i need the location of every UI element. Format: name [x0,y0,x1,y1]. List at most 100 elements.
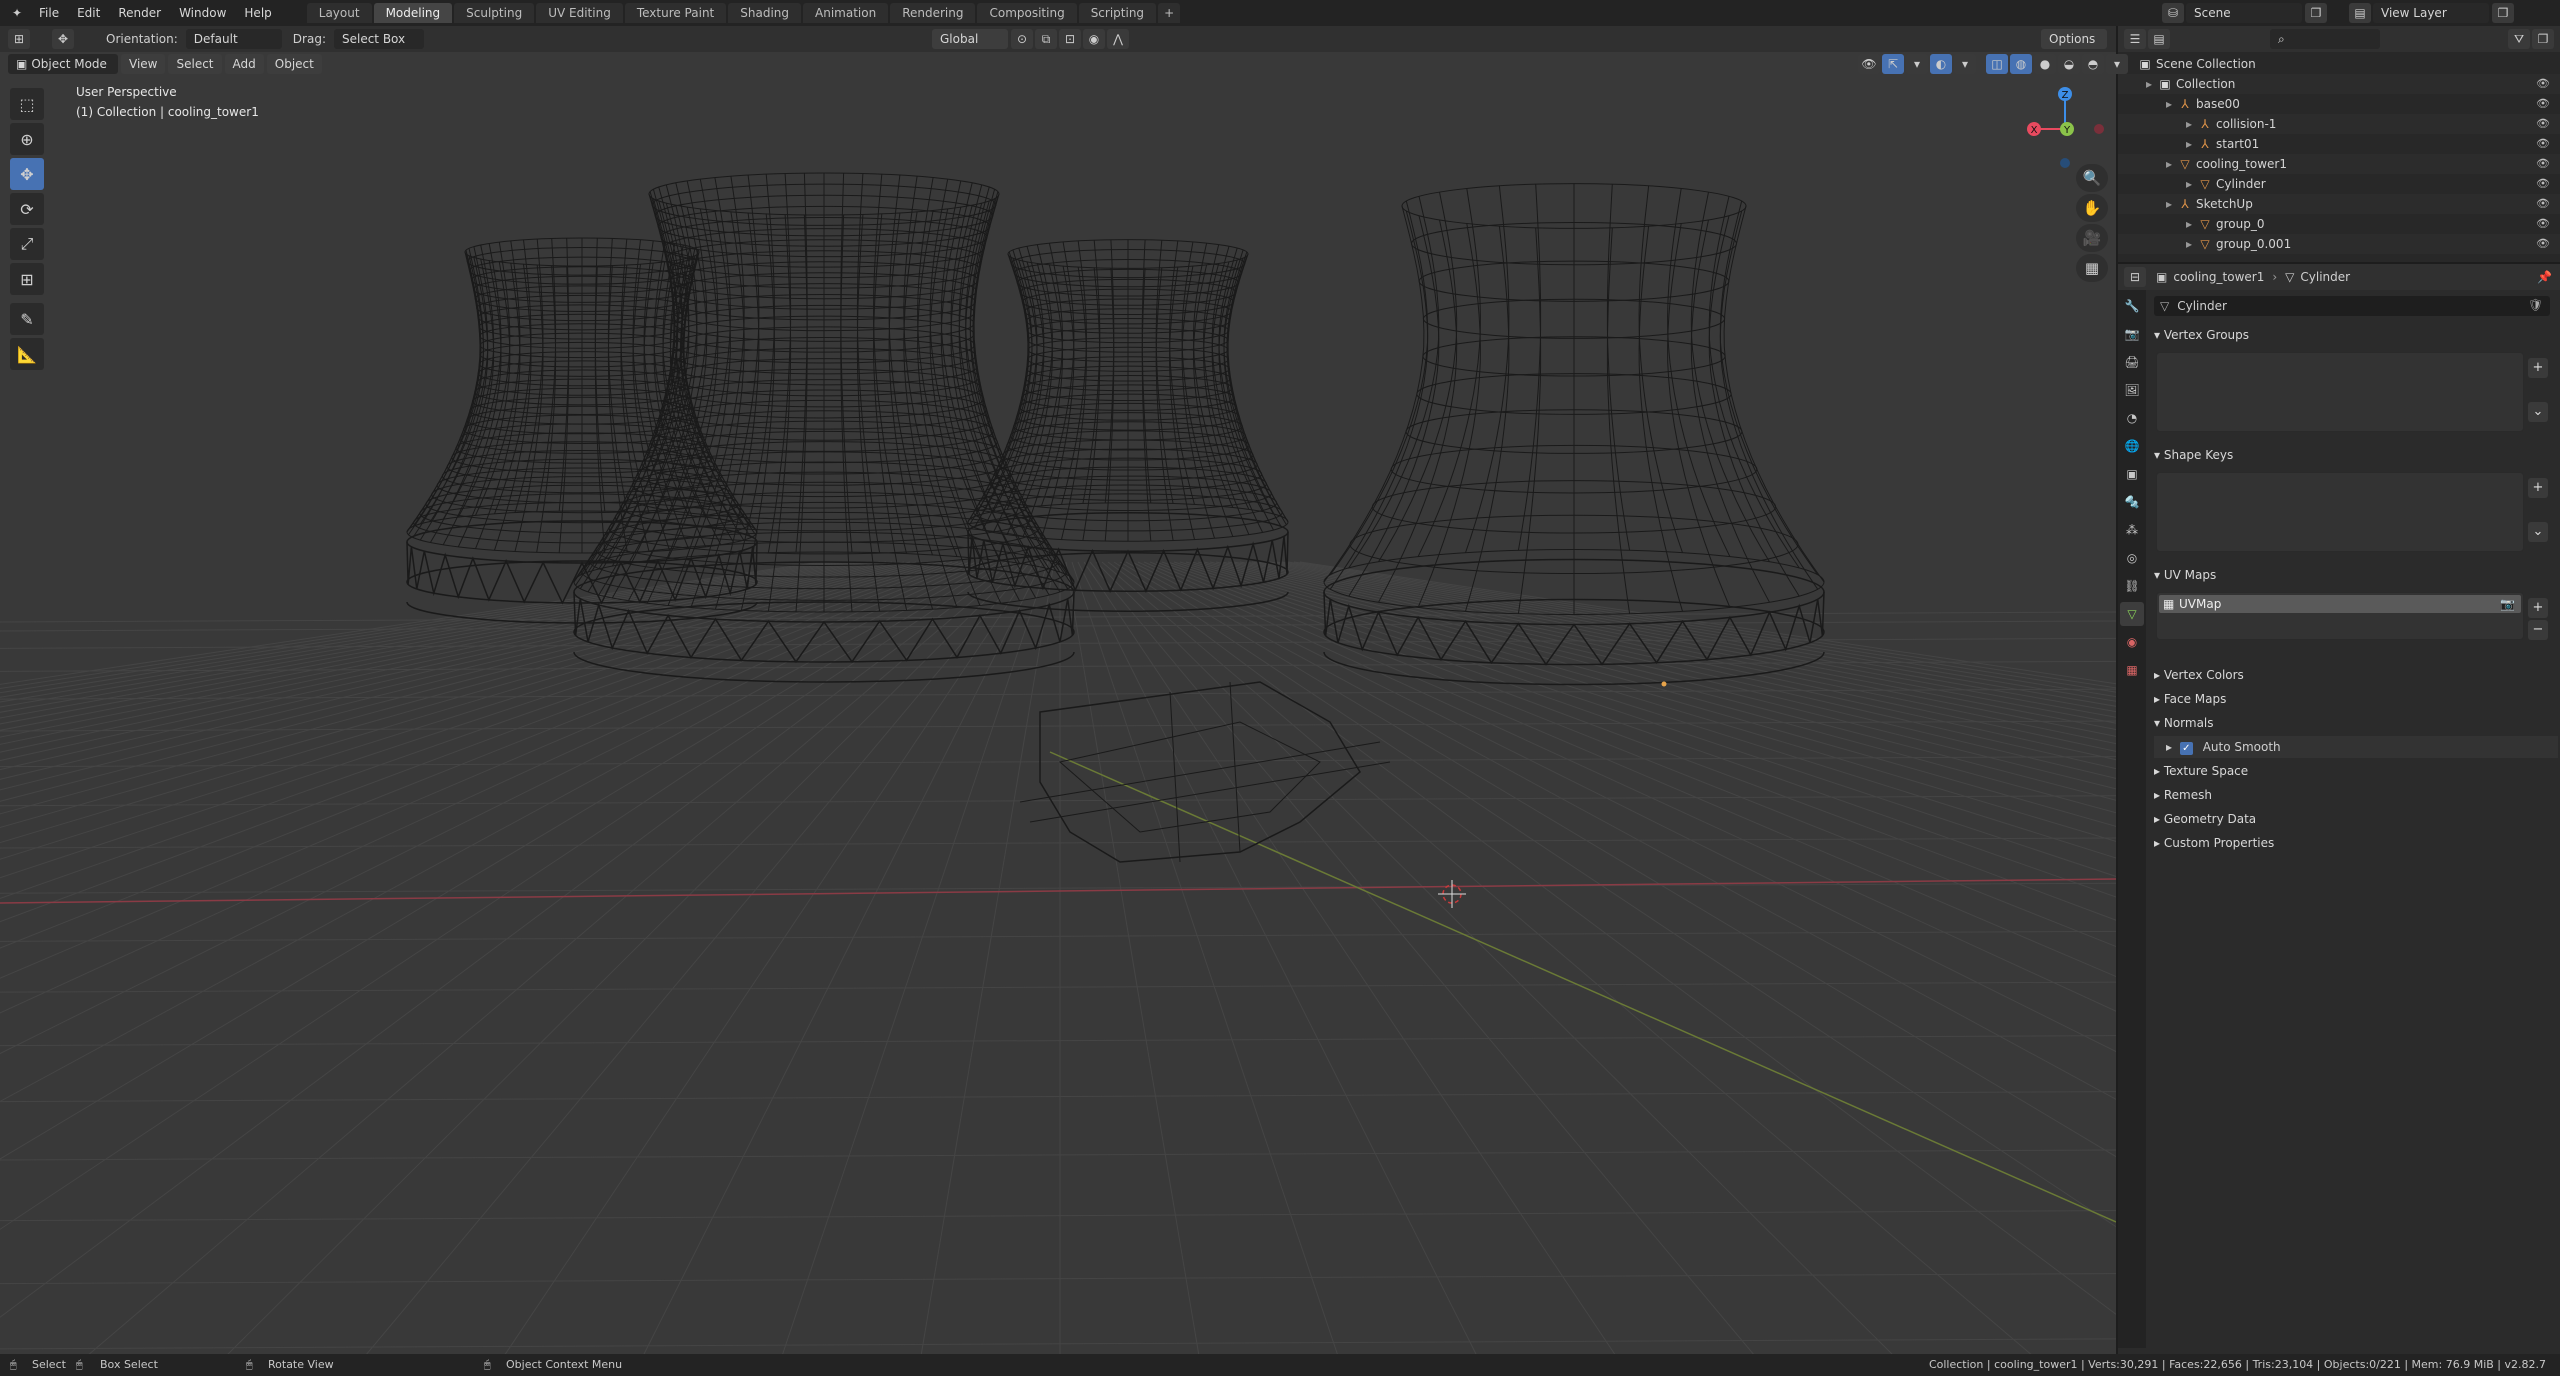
tab-rendering[interactable]: Rendering [890,3,976,23]
expand-toggle-icon[interactable]: ▸ [2166,154,2178,174]
menu-render[interactable]: Render [109,0,170,26]
expand-toggle-icon[interactable]: ▸ [2166,94,2178,114]
menu-file[interactable]: File [30,0,68,26]
annotate-tool-icon[interactable]: ✎ [10,303,44,335]
expand-toggle-icon[interactable]: ▸ [2186,134,2198,154]
output-tab-icon[interactable]: 🖨 [2120,350,2144,374]
view-layer-icon[interactable]: ▤ [2349,3,2371,23]
remove-uv-map-button[interactable]: − [2528,620,2548,640]
visibility-eye-icon[interactable]: 👁 [2536,94,2550,114]
fake-user-icon[interactable]: 🛡 [2528,298,2543,312]
mesh-data-tab-icon[interactable]: ▽ [2120,602,2144,626]
transform-orientation-dropdown[interactable]: Global [932,29,1008,49]
tool-tab-icon[interactable]: 🔧 [2120,294,2144,318]
ortho-toggle-icon[interactable]: ▦ [2076,254,2108,282]
tab-uv-editing[interactable]: UV Editing [536,3,623,23]
visibility-eye-icon[interactable]: 👁 [2536,194,2550,214]
tab-layout[interactable]: Layout [306,3,372,23]
scene-icon[interactable]: ⛁ [2162,3,2184,23]
outliner-filter-icon[interactable]: ⛛ [2508,29,2530,49]
orientation-dropdown[interactable]: Default [185,29,282,49]
shape-keys-header[interactable]: ▾ Shape Keys [2154,444,2233,466]
rotate-tool-icon[interactable]: ⟳ [10,193,44,225]
outliner-row[interactable]: ▸ ▽ group_0.001 👁 [2118,234,2560,254]
mode-dropdown[interactable]: ▣ Object Mode [8,54,118,74]
outliner-row[interactable]: ▣ Scene Collection [2118,54,2560,74]
xray-toggle-icon[interactable]: ◫ [1986,54,2008,74]
expand-toggle-icon[interactable]: ▸ [2186,174,2198,194]
texture-tab-icon[interactable]: ▦ [2120,658,2144,682]
menu-window[interactable]: Window [170,0,235,26]
modifiers-tab-icon[interactable]: 🔩 [2120,490,2144,514]
tab-scripting[interactable]: Scripting [1078,3,1157,23]
move-tool-button-icon[interactable]: ✥ [10,158,44,190]
view-menu[interactable]: View [121,54,166,74]
add-uv-map-button[interactable]: + [2528,598,2548,618]
gizmo-toggle-icon[interactable]: ⇱ [1882,54,1904,74]
shape-keys-list[interactable] [2156,472,2524,552]
tab-sculpting[interactable]: Sculpting [454,3,535,23]
pin-icon[interactable]: 📌 [2537,270,2552,284]
expand-toggle-icon[interactable]: ▸ [2186,234,2198,254]
object-menu[interactable]: Object [266,54,322,74]
particles-tab-icon[interactable]: ⁂ [2120,518,2144,542]
material-tab-icon[interactable]: ◉ [2120,630,2144,654]
outliner-row[interactable]: ▸ ▽ cooling_tower1 👁 [2118,154,2560,174]
outliner-row[interactable]: ▸ ⅄ collision-1 👁 [2118,114,2560,134]
outliner-row[interactable]: ▸ ▽ group_0 👁 [2118,214,2560,234]
vertex-groups-list[interactable] [2156,352,2524,432]
gizmo-dropdown-icon[interactable]: ▾ [1906,54,1928,74]
shading-material-icon[interactable]: ◒ [2058,54,2080,74]
uv-maps-header[interactable]: ▾ UV Maps [2154,564,2216,586]
tab-shading[interactable]: Shading [728,3,801,23]
uv-map-item[interactable]: ▦ UVMap 📷 [2159,595,2521,613]
custom-properties-header[interactable]: ▸ Custom Properties [2154,832,2274,854]
tab-modeling[interactable]: Modeling [373,3,453,23]
visibility-eye-icon[interactable]: 👁 [2536,234,2550,254]
properties-editor-type-icon[interactable]: ⊟ [2124,267,2146,287]
cursor-tool-icon[interactable]: ⊕ [10,123,44,155]
expand-toggle-icon[interactable]: ▸ [2186,114,2198,134]
menu-edit[interactable]: Edit [68,0,109,26]
outliner-row[interactable]: ▸ ⅄ SketchUp 👁 [2118,194,2560,214]
shading-wireframe-icon[interactable]: ◍ [2010,54,2032,74]
measure-tool-icon[interactable]: 📐 [10,338,44,370]
uv-map-render-icon[interactable]: 📷 [2500,595,2515,613]
mesh-name-field[interactable]: ▽ Cylinder [2154,296,2550,316]
add-shape-key-button[interactable]: + [2528,478,2548,498]
snap-icon[interactable]: ⧉ [1035,29,1057,49]
uv-maps-list[interactable]: ▦ UVMap 📷 [2156,592,2524,640]
visibility-eye-icon[interactable]: 👁 [2536,174,2550,194]
add-vertex-group-button[interactable]: + [2528,358,2548,378]
options-dropdown[interactable]: Options [2041,29,2107,49]
visibility-filter-icon[interactable]: 👁 [1858,54,1880,74]
tab-texture-paint[interactable]: Texture Paint [624,3,727,23]
visibility-eye-icon[interactable]: 👁 [2536,154,2550,174]
outliner-row[interactable]: ▸ ▽ Cylinder 👁 [2118,174,2560,194]
geometry-data-header[interactable]: ▸ Geometry Data [2154,808,2256,830]
view-layer-selector[interactable]: View Layer [2373,3,2489,23]
vertex-groups-header[interactable]: ▾ Vertex Groups [2154,324,2249,346]
scene-selector[interactable]: Scene [2186,3,2302,23]
outliner-row[interactable]: ▸ ▣ Collection 👁 [2118,74,2560,94]
transform-tool-icon[interactable]: ⊞ [10,263,44,295]
expand-toggle-icon[interactable]: ▸ [2146,74,2158,94]
remesh-header[interactable]: ▸ Remesh [2154,784,2212,806]
select-box-tool-icon[interactable]: ⬚ [10,88,44,120]
new-scene-icon[interactable]: ❐ [2305,3,2327,23]
overlays-toggle-icon[interactable]: ◐ [1930,54,1952,74]
shape-key-menu-button[interactable]: ⌄ [2528,522,2548,542]
shading-dropdown-icon[interactable]: ▾ [2106,54,2128,74]
texture-space-header[interactable]: ▸ Texture Space [2154,760,2248,782]
physics-tab-icon[interactable]: ◎ [2120,546,2144,570]
pivot-point-icon[interactable]: ⊙ [1011,29,1033,49]
tab-animation[interactable]: Animation [803,3,889,23]
scene-tab-icon[interactable]: ◔ [2120,406,2144,430]
navigation-gizmo[interactable]: Z X Y [2020,84,2110,174]
vertex-group-menu-button[interactable]: ⌄ [2528,402,2548,422]
auto-smooth-checkbox[interactable]: ✓ [2179,742,2193,755]
world-tab-icon[interactable]: 🌐 [2120,434,2144,458]
menu-help[interactable]: Help [235,0,280,26]
expand-toggle-icon[interactable]: ▸ [2166,194,2178,214]
outliner-row[interactable]: ▸ ⅄ start01 👁 [2118,134,2560,154]
